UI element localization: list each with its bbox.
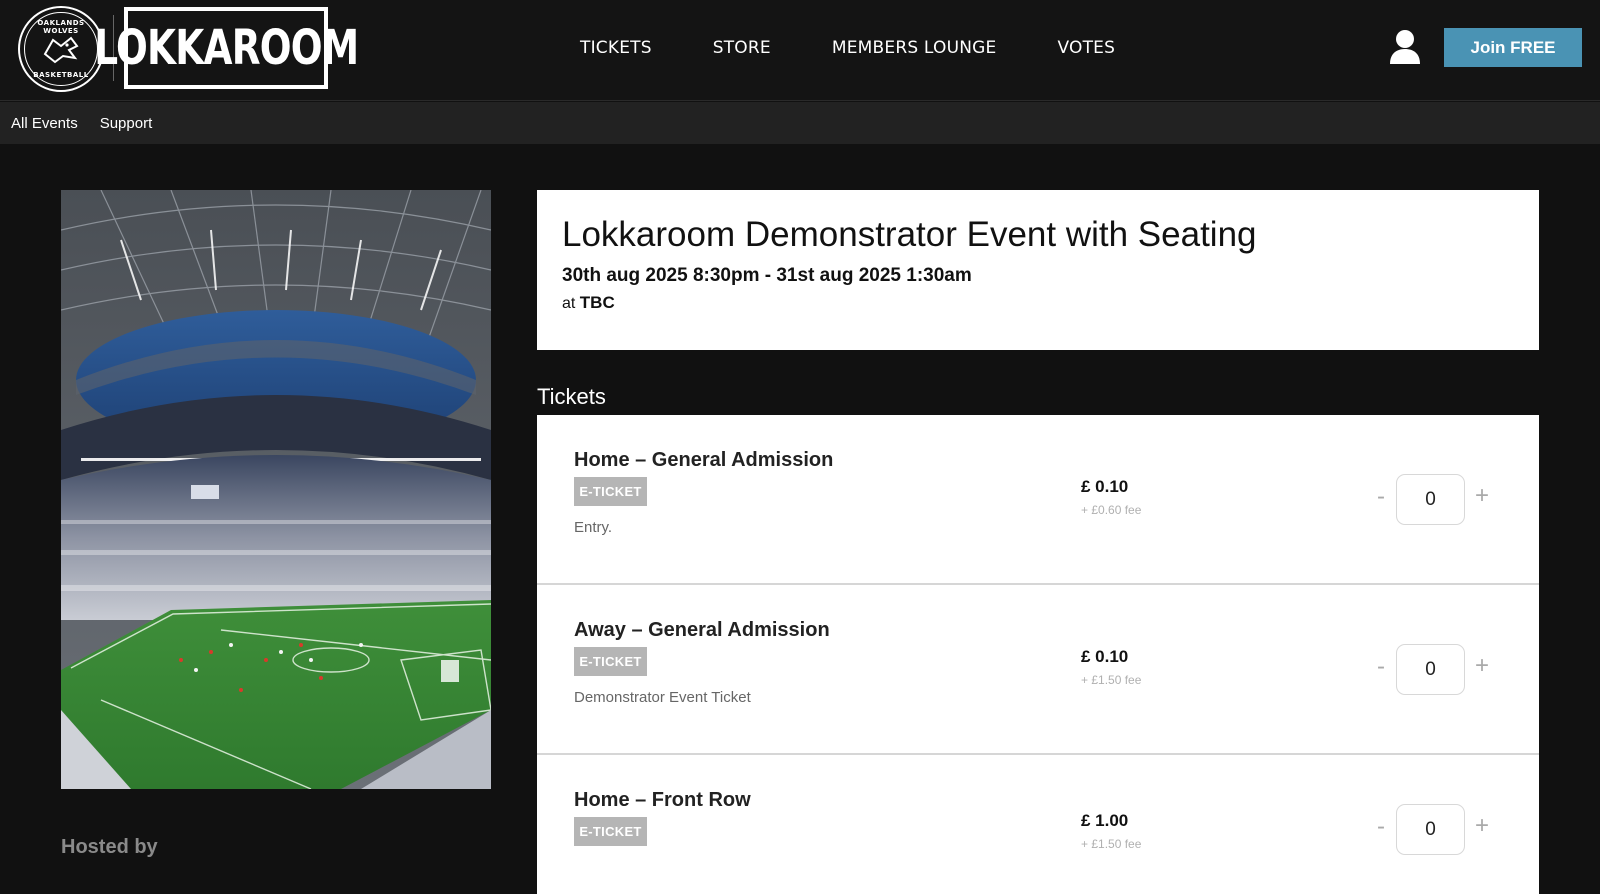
qty-increase-button[interactable]: + [1471,649,1493,683]
join-free-button[interactable]: Join FREE [1444,28,1582,67]
qty-increase-button[interactable]: + [1471,809,1493,843]
nav-store[interactable]: STORE [713,38,771,58]
ticket-type-badge: E-TICKET [574,817,647,846]
club-logo[interactable]: OAKLANDS WOLVES BASKETBALL [18,6,104,92]
ticket-type-badge: E-TICKET [574,477,647,506]
ticket-row: Home – General Admission E-TICKET Entry.… [537,415,1539,585]
ticket-fee: + £1.50 fee [1081,837,1142,851]
ticket-name: Home – General Admission [574,449,834,471]
event-venue-prefix: at [562,294,576,312]
main-nav: TICKETS STORE MEMBERS LOUNGE VOTES [580,0,1176,96]
ticket-fee: + £1.50 fee [1081,673,1142,687]
event-venue: at TBC [562,293,1514,313]
qty-increase-button[interactable]: + [1471,479,1493,513]
ticket-price: £ 0.10 [1081,647,1129,666]
ticket-type-badge: E-TICKET [574,647,647,676]
ticket-row: Away – General Admission E-TICKET Demons… [537,585,1539,755]
ticket-name: Away – General Admission [574,619,830,641]
club-logo-inner: OAKLANDS WOLVES BASKETBALL [24,12,98,86]
brand-logo-text: LOKKAROOM [93,20,359,76]
ticket-description: Demonstrator Event Ticket [574,689,751,706]
nav-tickets[interactable]: TICKETS [580,38,652,58]
club-logo-top-text: OAKLANDS WOLVES [37,19,85,35]
ticket-row: Home – Front Row E-TICKET £ 1.00 + £1.50… [537,755,1539,894]
nav-votes[interactable]: VOTES [1057,38,1115,58]
quantity-input[interactable] [1396,804,1465,855]
wolf-icon [43,36,79,64]
user-icon[interactable] [1388,28,1422,66]
nav-members-lounge[interactable]: MEMBERS LOUNGE [832,38,997,58]
club-logo-bottom-text: BASKETBALL [33,71,89,79]
event-header-card: Lokkaroom Demonstrator Event with Seatin… [537,190,1539,350]
subnav-support[interactable]: Support [100,115,153,132]
ticket-price: £ 1.00 [1081,811,1129,830]
ticket-price: £ 0.10 [1081,477,1129,496]
top-header: OAKLANDS WOLVES BASKETBALL LOKKAROOM TIC… [0,0,1600,101]
tickets-heading: Tickets [537,384,606,409]
event-image [61,190,491,789]
stadium-illustration [61,190,491,789]
qty-decrease-button[interactable]: - [1371,812,1391,842]
quantity-input[interactable] [1396,474,1465,525]
quantity-input[interactable] [1396,644,1465,695]
qty-decrease-button[interactable]: - [1371,652,1391,682]
subnav-all-events[interactable]: All Events [11,115,78,132]
ticket-fee: + £0.60 fee [1081,503,1142,517]
ticket-name: Home – Front Row [574,789,751,811]
event-dates: 30th aug 2025 8:30pm - 31st aug 2025 1:3… [562,264,972,286]
event-title: Lokkaroom Demonstrator Event with Seatin… [562,215,1257,254]
sub-nav: All Events Support [0,102,1600,144]
event-venue-name: TBC [579,292,615,312]
ticket-description: Entry. [574,519,613,536]
tickets-list: Home – General Admission E-TICKET Entry.… [537,415,1539,894]
hosted-by-label: Hosted by [61,836,158,858]
qty-decrease-button[interactable]: - [1371,482,1391,512]
brand-logo[interactable]: LOKKAROOM [94,7,359,89]
